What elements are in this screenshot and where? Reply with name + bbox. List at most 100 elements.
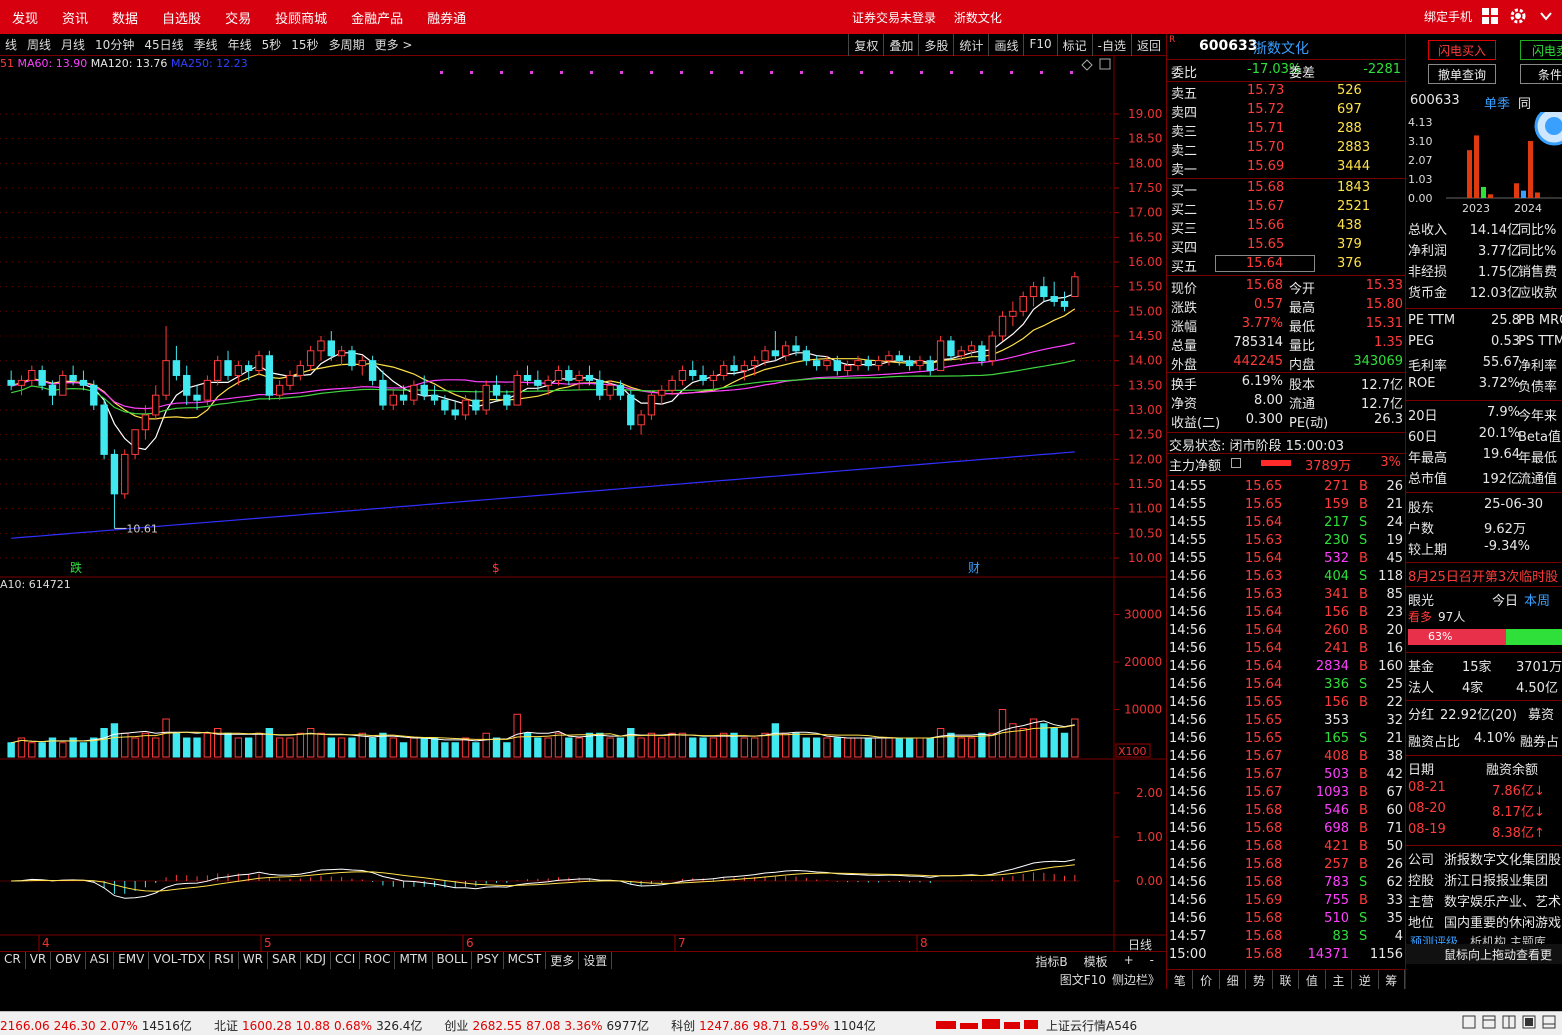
kline-chart[interactable]: 19.00 18.50 18.00 17.50 17.00 16.50 16.00 15.50… — [0, 56, 1166, 951]
indicator-tab-14[interactable]: PSY — [472, 952, 504, 969]
candle-body[interactable] — [7, 379, 15, 386]
menu-item-7[interactable]: 融券通 — [427, 8, 466, 27]
main-flow-icon[interactable] — [1231, 458, 1241, 468]
chart-tool-7[interactable]: -自选 — [1091, 34, 1131, 56]
gear-icon[interactable] — [1508, 6, 1528, 26]
flash-sell-button[interactable]: 闪电卖 — [1520, 40, 1562, 60]
candle-body[interactable] — [214, 360, 222, 381]
candle-body[interactable] — [596, 379, 604, 396]
candle-body[interactable] — [523, 374, 532, 381]
stock-name[interactable]: 浙数文化 — [1253, 38, 1309, 58]
indicator-tab-13[interactable]: BOLL — [433, 952, 473, 969]
indicator-tab-6[interactable]: RSI — [210, 952, 239, 969]
period-tab-3[interactable]: 10分钟 — [95, 36, 134, 53]
candle-body[interactable] — [1040, 286, 1048, 298]
indicator-tab-11[interactable]: ROC — [360, 952, 396, 969]
chart-tool-0[interactable]: 复权 — [848, 34, 883, 56]
indicator-tab-5[interactable]: VOL-TDX — [149, 952, 211, 969]
period-tab-9[interactable]: 多周期 — [329, 36, 365, 53]
expand-icon[interactable] — [1099, 58, 1111, 70]
indicator-tool-0[interactable]: 指标B — [1031, 953, 1071, 970]
candle-body[interactable] — [534, 379, 542, 386]
candle-body[interactable] — [410, 384, 418, 401]
candle-body[interactable] — [48, 384, 57, 396]
candle-body[interactable] — [59, 374, 67, 396]
candle-body[interactable] — [389, 394, 397, 406]
candle-body[interactable] — [275, 384, 284, 396]
candle-body[interactable] — [957, 350, 965, 357]
sell-row-2[interactable]: 卖三 15.71 288 — [1167, 120, 1405, 140]
candle-body[interactable] — [420, 384, 428, 396]
menu-item-4[interactable]: 交易 — [225, 8, 251, 27]
candle-body[interactable] — [730, 365, 738, 372]
candle-body[interactable] — [740, 365, 749, 372]
period-tab-5[interactable]: 季线 — [194, 36, 218, 53]
period-tab-8[interactable]: 15秒 — [291, 36, 318, 53]
candle-body[interactable] — [967, 345, 976, 352]
window-icon-1[interactable] — [1462, 1015, 1476, 1029]
quote-tab-3[interactable]: 势 — [1246, 970, 1273, 989]
indicator-tab-17[interactable]: 设置 — [579, 952, 613, 969]
chart-tool-8[interactable]: 返回 — [1130, 34, 1166, 56]
candle-body[interactable] — [17, 379, 26, 386]
candle-body[interactable] — [358, 360, 366, 367]
indicator-tab-12[interactable]: MTM — [395, 952, 433, 969]
quote-tab-0[interactable]: 笔 — [1167, 970, 1194, 989]
candle-body[interactable] — [978, 345, 986, 362]
chevron-down-icon[interactable] — [1538, 8, 1554, 24]
cancel-query-button[interactable]: 撤单查询 — [1428, 64, 1496, 84]
candle-body[interactable] — [234, 365, 243, 376]
candle-body[interactable] — [616, 384, 625, 396]
candle-body[interactable] — [513, 374, 521, 406]
candle-body[interactable] — [833, 360, 842, 372]
chart-tool-5[interactable]: F10 — [1023, 34, 1056, 56]
sell-row-0[interactable]: 卖五 15.73 526 — [1167, 82, 1405, 102]
candle-body[interactable] — [781, 345, 790, 357]
candle-body[interactable] — [647, 394, 656, 416]
indicator-tab-15[interactable]: MCST — [504, 952, 547, 969]
indicator-tab-10[interactable]: CCI — [331, 952, 361, 969]
candle-body[interactable] — [585, 374, 594, 381]
window-icon-3[interactable] — [1502, 1015, 1516, 1029]
candle-body[interactable] — [637, 414, 645, 426]
cloud-quote-status[interactable]: 上证云行情A546 — [1046, 1017, 1137, 1034]
candle-body[interactable] — [627, 394, 635, 426]
candle-body[interactable] — [947, 340, 955, 357]
candle-body[interactable] — [606, 384, 614, 396]
quote-tab-2[interactable]: 细 — [1220, 970, 1247, 989]
chart-tool-6[interactable]: 标记 — [1056, 34, 1092, 56]
flash-buy-button[interactable]: 闪电买入 — [1428, 40, 1496, 60]
season-tab[interactable]: 单季 — [1484, 93, 1510, 112]
window-icon-5[interactable] — [1542, 1015, 1556, 1029]
menu-item-2[interactable]: 数据 — [112, 8, 138, 27]
candle-body[interactable] — [28, 370, 36, 381]
candle-body[interactable] — [802, 350, 811, 362]
candle-body[interactable] — [90, 384, 98, 406]
menu-item-1[interactable]: 资讯 — [62, 8, 88, 27]
candle-body[interactable] — [544, 379, 552, 386]
quote-tab-6[interactable]: 主 — [1326, 970, 1353, 989]
candle-body[interactable] — [162, 360, 170, 396]
candle-body[interactable] — [348, 350, 356, 367]
login-status[interactable]: 证券交易未登录 — [852, 11, 936, 25]
candle-body[interactable] — [244, 365, 253, 372]
candle-body[interactable] — [854, 360, 862, 367]
candle-body[interactable] — [100, 404, 108, 455]
sell-row-1[interactable]: 卖四 15.72 697 — [1167, 101, 1405, 121]
candle-body[interactable] — [193, 394, 201, 401]
candle-body[interactable] — [1050, 296, 1058, 302]
menu-item-5[interactable]: 投顾商城 — [275, 8, 327, 27]
candle-body[interactable] — [885, 355, 893, 362]
indicator-tab-9[interactable]: KDJ — [301, 952, 332, 969]
candle-body[interactable] — [451, 409, 459, 416]
candle-body[interactable] — [317, 340, 325, 352]
candle-body[interactable] — [110, 453, 119, 495]
candle-body[interactable] — [905, 360, 914, 367]
indicator-tab-0[interactable]: CR — [0, 952, 26, 969]
candle-body[interactable] — [998, 315, 1007, 337]
candle-body[interactable] — [224, 360, 232, 376]
candle-body[interactable] — [152, 394, 160, 416]
bind-phone-link[interactable]: 绑定手机 — [1424, 8, 1472, 25]
menu-item-6[interactable]: 金融产品 — [351, 8, 403, 27]
candle-body[interactable] — [936, 340, 945, 372]
